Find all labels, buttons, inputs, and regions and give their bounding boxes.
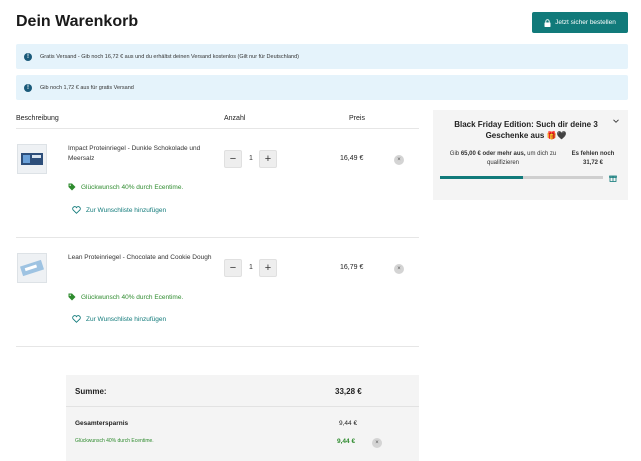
promo-message: Glückwunsch 40% durch Ecentime.: [68, 183, 183, 191]
checkout-label: Jetzt sicher bestellen: [555, 19, 616, 26]
column-header-price: Preis: [349, 115, 365, 122]
item-price: 16,79 €: [340, 264, 364, 271]
tag-icon: [68, 183, 76, 191]
product-name[interactable]: Lean Proteinriegel - Chocolate and Cooki…: [68, 253, 218, 263]
quantity-value[interactable]: 1: [245, 264, 257, 271]
quantity-increase-button[interactable]: +: [259, 259, 277, 277]
info-icon: !: [24, 52, 32, 61]
divider: [66, 406, 419, 407]
remove-item-button[interactable]: ×: [394, 155, 404, 165]
order-summary: [66, 375, 419, 461]
checkout-button[interactable]: Jetzt sicher bestellen: [532, 12, 628, 33]
info-icon: !: [24, 83, 32, 92]
wishlist-label: Zur Wunschliste hinzufügen: [86, 206, 167, 214]
quantity-value[interactable]: 1: [245, 155, 257, 162]
shipping-remaining-banner: ! Gib noch 1,72 € aus für gratis Versand: [16, 75, 628, 100]
divider: [16, 128, 419, 129]
product-image[interactable]: [17, 253, 47, 283]
divider: [16, 237, 419, 238]
lock-icon: [544, 18, 551, 27]
gift-progress-bar: [440, 176, 603, 179]
savings-value: 9,44 €: [339, 420, 358, 427]
product-image[interactable]: [17, 144, 47, 174]
banner-text: Gib noch 1,72 € aus für gratis Versand: [40, 84, 134, 91]
add-to-wishlist-link[interactable]: Zur Wunschliste hinzufügen: [72, 206, 166, 214]
promo-text: Glückwunsch 40% durch Ecentime.: [81, 183, 184, 191]
wishlist-label: Zur Wunschliste hinzufügen: [86, 315, 167, 323]
gift-icon: [609, 175, 617, 182]
savings-promo-value: 9,44 €: [337, 438, 356, 445]
column-header-description: Beschreibung: [16, 115, 59, 122]
remaining-amount: Es fehlen noch 31,72 €: [571, 151, 615, 166]
product-name[interactable]: Impact Proteinriegel - Dunkle Schokolade…: [68, 144, 218, 164]
remove-item-button[interactable]: ×: [394, 264, 404, 274]
promo-text: Glückwunsch 40% durch Ecentime.: [81, 293, 184, 301]
add-to-wishlist-link[interactable]: Zur Wunschliste hinzufügen: [72, 315, 166, 323]
total-label: Summe:: [75, 387, 107, 396]
savings-promo-label: Glückwunsch 40% durch Ecentime.: [75, 438, 154, 444]
banner-text: Gratis Versand - Gib noch 16,72 € aus un…: [40, 53, 299, 60]
divider: [16, 346, 419, 347]
chevron-down-icon[interactable]: [612, 117, 620, 125]
column-header-quantity: Anzahl: [224, 115, 246, 122]
item-price: 16,49 €: [340, 155, 364, 162]
page-title: Dein Warenkorb: [16, 13, 139, 30]
heart-icon: [72, 206, 81, 214]
total-value: 33,28 €: [335, 387, 362, 396]
tag-icon: [68, 293, 76, 301]
savings-label: Gesamtersparnis: [75, 420, 129, 427]
black-friday-title: Black Friday Edition: Such dir deine 3 G…: [454, 120, 598, 140]
heart-icon: [72, 315, 81, 323]
remove-promo-button[interactable]: ×: [372, 438, 382, 448]
qualify-text: Gib 65,00 € oder mehr aus, um dich zu qu…: [449, 151, 557, 166]
quantity-increase-button[interactable]: +: [259, 150, 277, 168]
promo-message: Glückwunsch 40% durch Ecentime.: [68, 293, 183, 301]
gift-progress-fill: [440, 176, 524, 179]
quantity-decrease-button[interactable]: −: [224, 259, 242, 277]
quantity-decrease-button[interactable]: −: [224, 150, 242, 168]
free-shipping-banner: ! Gratis Versand - Gib noch 16,72 € aus …: [16, 44, 628, 69]
